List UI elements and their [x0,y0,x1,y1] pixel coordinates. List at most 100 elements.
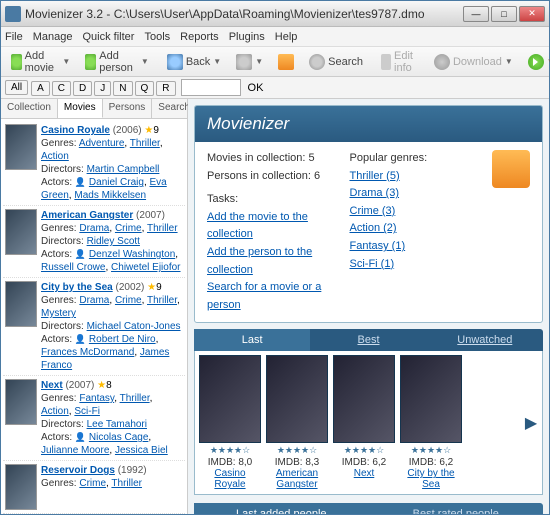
genre-link[interactable]: Fantasy (1) [350,238,473,256]
filter-letter-c[interactable]: C [52,81,71,96]
add-person-button[interactable]: Add person▼ [79,47,155,77]
genre-link[interactable]: Action (2) [350,220,473,238]
genre-link[interactable]: Drama (3) [350,185,473,203]
minimize-button[interactable]: — [463,6,489,22]
task-link[interactable]: Add the movie to the collection [207,209,330,244]
people-tab-1[interactable]: Best rated people [369,503,544,514]
movie-title-link[interactable]: Next [41,380,63,391]
genre-link[interactable]: Thriller [147,295,177,306]
tab-collection[interactable]: Collection [1,99,58,118]
director-link[interactable]: Ridley Scott [87,236,140,247]
carousel-next-button[interactable]: ▶ [524,393,538,453]
movie-title-link[interactable]: Reservoir Dogs [41,465,115,476]
filter-letter-n[interactable]: N [113,81,132,96]
menu-reports[interactable]: Reports [180,31,219,43]
actor-link[interactable]: Nicolas Cage [89,432,148,443]
people-tab-0[interactable]: Last added people [194,503,369,514]
maximize-button[interactable]: □ [491,6,517,22]
carousel-tab-last[interactable]: Last [194,329,310,351]
actor-link[interactable]: Mads Mikkelsen [74,190,146,201]
poster-thumb [5,209,37,255]
genre-link[interactable]: Thriller [120,393,150,404]
task-link[interactable]: Add the person to the collection [207,244,330,279]
menu-file[interactable]: File [5,31,23,43]
close-button[interactable]: ✕ [519,6,545,22]
menu-help[interactable]: Help [275,31,298,43]
cover-title-link[interactable]: Casino Royale [199,468,261,490]
library-button[interactable] [272,51,300,73]
menu-quick-filter[interactable]: Quick filter [83,31,135,43]
genre-link[interactable]: Adventure [79,138,125,149]
actor-link[interactable]: Denzel Washington [89,249,175,260]
movie-list[interactable]: Casino Royale (2006) ★9Genres: Adventure… [1,119,187,514]
filter-letter-q[interactable]: Q [135,81,155,96]
genre-link[interactable]: Crime [115,223,142,234]
genre-link[interactable]: Thriller [111,478,142,489]
movie-title-link[interactable]: American Gangster [41,210,133,221]
genre-link[interactable]: Drama [79,295,109,306]
genre-link[interactable]: Thriller [147,223,178,234]
filter-all-button[interactable]: All [5,80,28,95]
cover-item[interactable]: ★★★★☆IMDB: 6,2Next [333,355,395,490]
filter-letter-a[interactable]: A [31,81,50,96]
add-movie-button[interactable]: Add movie▼ [5,47,76,77]
filter-input[interactable] [181,79,241,96]
actor-link[interactable]: Julianne Moore [41,445,109,456]
edit-button[interactable]: Edit info [375,47,425,77]
genre-link[interactable]: Mystery [41,308,76,319]
cover-title-link[interactable]: Next [354,468,375,479]
genre-link[interactable]: Action [41,406,69,417]
task-link[interactable]: Search for a movie or a person [207,279,330,314]
list-item[interactable]: Reservoir Dogs (1992)Genres: Crime, Thri… [3,461,185,514]
carousel-tab-unwatched[interactable]: Unwatched [427,329,543,351]
cover-item[interactable]: ★★★★☆IMDB: 6,2City by the Sea [400,355,462,490]
actor-link[interactable]: Frances McDormand [41,347,134,358]
genre-link[interactable]: Sci-Fi [74,406,100,417]
menu-tools[interactable]: Tools [144,31,170,43]
list-item[interactable]: American Gangster (2007)Genres: Drama, C… [3,206,185,278]
genre-link[interactable]: Action [41,151,69,162]
search-button[interactable]: Search [303,51,369,73]
play-button[interactable]: ▼ [522,51,550,73]
menu-plugins[interactable]: Plugins [229,31,265,43]
director-link[interactable]: Michael Caton-Jones [87,321,181,332]
cover-title-link[interactable]: City by the Sea [400,468,462,490]
cover-title-link[interactable]: American Gangster [266,468,328,490]
actor-link[interactable]: Robert De Niro [89,334,156,345]
genre-link[interactable]: Crime [115,295,142,306]
filter-ok-button[interactable]: OK [248,82,264,94]
genre-link[interactable]: Thriller (5) [350,168,473,186]
tab-movies[interactable]: Movies [58,99,103,118]
genre-link[interactable]: Fantasy [79,393,114,404]
movie-title-link[interactable]: City by the Sea [41,282,113,293]
genre-link[interactable]: Crime (3) [350,203,473,221]
download-button[interactable]: Download▼ [428,51,519,73]
actor-link[interactable]: Chiwetel Ejiofor [111,262,180,273]
director-link[interactable]: Martin Campbell [87,164,160,175]
list-item[interactable]: Casino Royale (2006) ★9Genres: Adventure… [3,121,185,206]
cover-item[interactable]: ★★★★☆IMDB: 8,3American Gangster [266,355,328,490]
director-link[interactable]: Lee Tamahori [87,419,147,430]
actor-link[interactable]: Jessica Biel [115,445,168,456]
cover-item[interactable]: ★★★★☆IMDB: 8,0Casino Royale [199,355,261,490]
genre-link[interactable]: Crime [79,478,106,489]
list-item[interactable]: City by the Sea (2002) ★9Genres: Drama, … [3,278,185,376]
person-plus-icon [85,54,96,70]
add-movie-label: Add movie [25,50,60,74]
actor-link[interactable]: Daniel Craig [89,177,144,188]
filter-letter-d[interactable]: D [73,81,92,96]
actor-link[interactable]: Russell Crowe [41,262,105,273]
menu-manage[interactable]: Manage [33,31,73,43]
movie-title-link[interactable]: Casino Royale [41,125,110,136]
imdb-score: IMDB: 6,2 [342,457,386,468]
forward-button[interactable]: ▼ [230,51,269,73]
tab-persons[interactable]: Persons [103,99,153,118]
carousel-tab-best[interactable]: Best [310,329,426,351]
genre-link[interactable]: Drama [79,223,109,234]
genre-link[interactable]: Thriller [130,138,160,149]
genre-link[interactable]: Sci-Fi (1) [350,256,473,274]
list-item[interactable]: Next (2007) ★8Genres: Fantasy, Thriller,… [3,376,185,461]
filter-letter-r[interactable]: R [156,81,175,96]
filter-letter-j[interactable]: J [94,81,111,96]
back-button[interactable]: Back▼ [161,51,227,73]
